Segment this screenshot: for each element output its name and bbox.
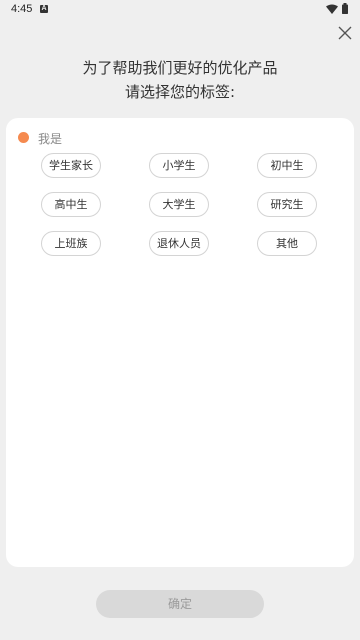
tag-option-parent[interactable]: 学生家长 (41, 153, 101, 178)
heading-line-1: 为了帮助我们更好的优化产品 (82, 59, 278, 77)
status-bar: 4:45 A (0, 0, 360, 20)
notification-a-icon: A (40, 5, 48, 13)
tag-option-other[interactable]: 其他 (257, 231, 317, 256)
battery-icon (342, 3, 348, 14)
tag-option-retiree[interactable]: 退休人员 (149, 231, 209, 256)
close-icon[interactable] (336, 24, 354, 42)
prompt-heading: 为了帮助我们更好的优化产品 请选择您的标签: (0, 56, 360, 104)
heading-line-2: 请选择您的标签: (124, 83, 236, 101)
tag-option-office-worker[interactable]: 上班族 (41, 231, 101, 256)
tag-option-primary-student[interactable]: 小学生 (149, 153, 209, 178)
tag-option-college[interactable]: 大学生 (149, 192, 209, 217)
tag-option-high-school[interactable]: 高中生 (41, 192, 101, 217)
section-label: 我是 (38, 132, 63, 146)
tag-option-middle-school[interactable]: 初中生 (257, 153, 317, 178)
confirm-button[interactable]: 确定 (96, 590, 264, 618)
wifi-icon (326, 4, 338, 14)
status-time: 4:45 (11, 3, 33, 15)
tag-selection-card: 我是 学生家长 小学生 初中生 高中生 大学生 研究生 上班族 退休人员 其他 (6, 118, 354, 567)
tag-option-graduate[interactable]: 研究生 (257, 192, 317, 217)
section-dot-icon (18, 132, 29, 143)
